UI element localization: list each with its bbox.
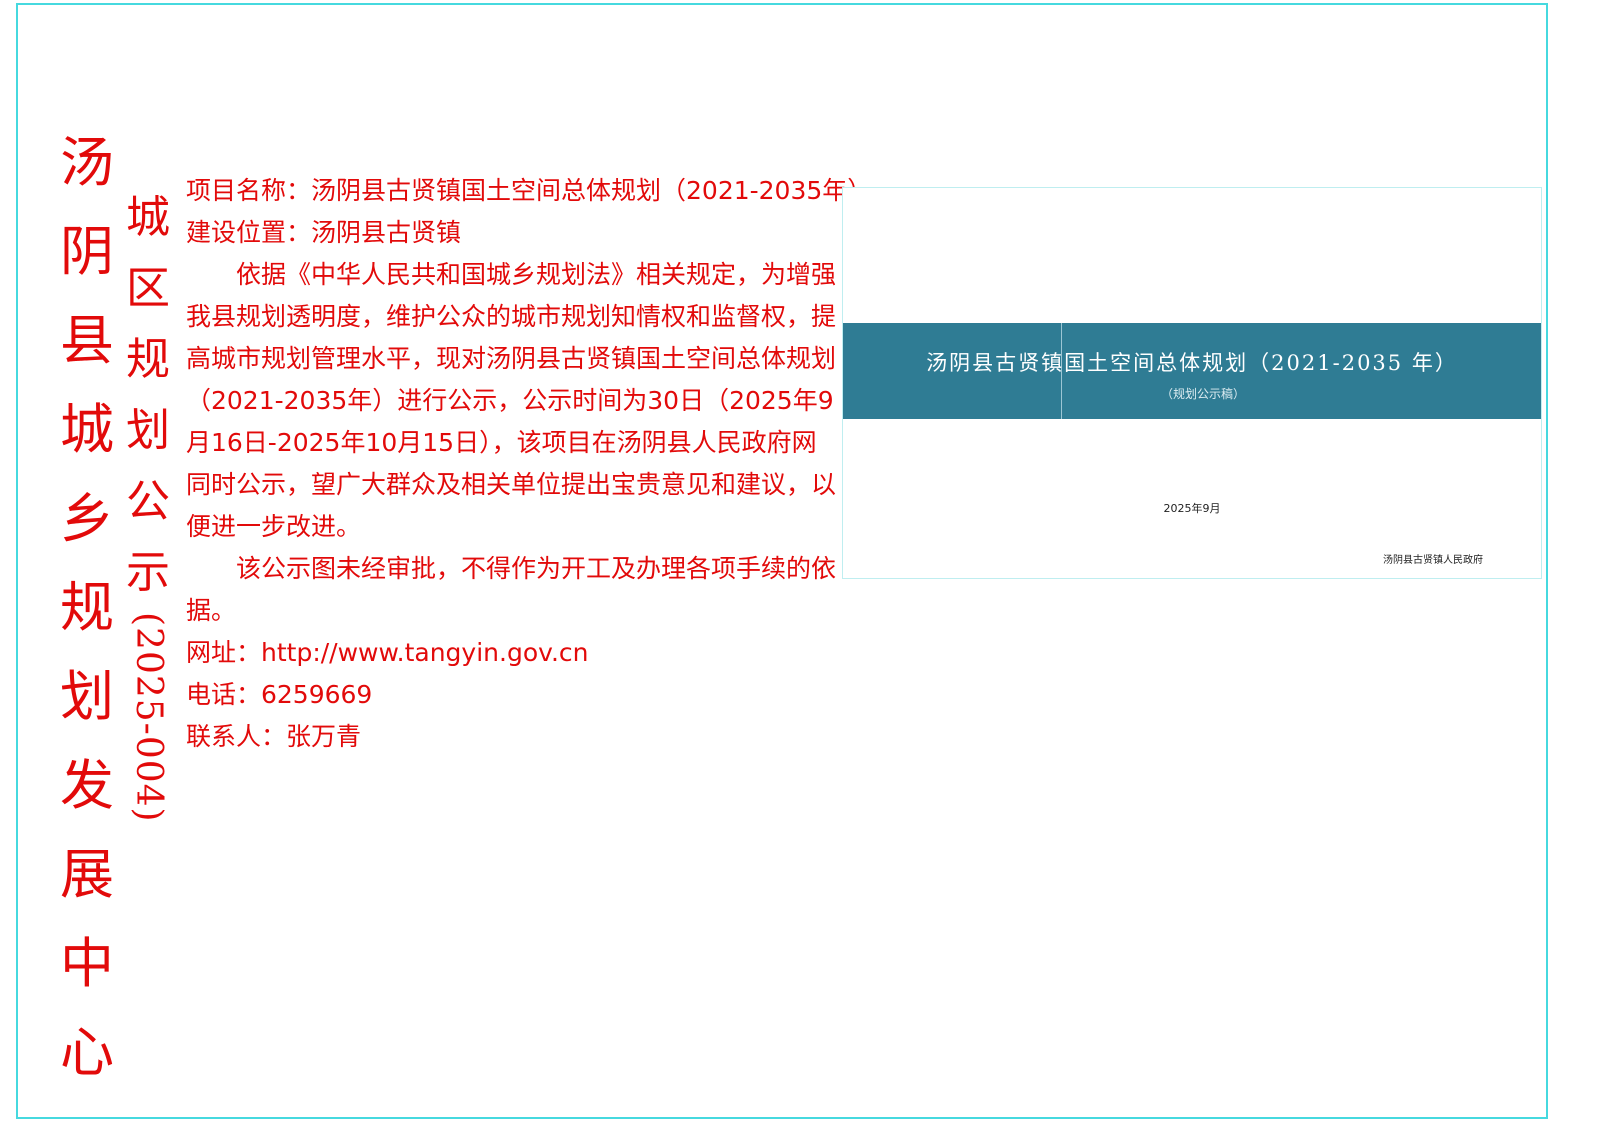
- organization-title-char: 中: [60, 932, 114, 995]
- website: 网址：http://www.tangyin.gov.cn: [186, 638, 589, 667]
- organization-title-char: 心: [60, 1021, 114, 1084]
- notice-title-char: 区: [126, 263, 170, 314]
- notice-paragraph-disclaimer: 该公示图未经审批，不得作为开工及办理各项手续的依据。: [186, 554, 837, 625]
- project-name: 项目名称：汤阴县古贤镇国土空间总体规划（2021-2035年）: [186, 176, 873, 205]
- contact-person: 联系人：张万青: [186, 722, 362, 751]
- organization-title-char: 展: [60, 843, 114, 906]
- organization-title-vertical: 汤阴县城乡规划发展中心: [56, 118, 118, 1097]
- cover-subtitle: （规划公示稿）: [1160, 387, 1245, 401]
- cover-title: 汤阴县古贤镇国土空间总体规划（2021-2035 年）: [926, 351, 1458, 375]
- organization-title-char: 县: [60, 309, 114, 372]
- notice-title-char: 划: [126, 405, 170, 456]
- organization-title-char: 规: [60, 576, 114, 639]
- notice-title-char: 公: [126, 476, 170, 527]
- organization-title-char: 城: [60, 398, 114, 461]
- cover-title-band: 汤阴县古贤镇国土空间总体规划（2021-2035 年） （规划公示稿）: [843, 323, 1541, 419]
- notice-body: 项目名称：汤阴县古贤镇国土空间总体规划（2021-2035年） 建设位置：汤阴县…: [186, 170, 873, 758]
- notice-title-char: 城: [126, 192, 170, 243]
- organization-title-char: 阴: [60, 220, 114, 283]
- notice-title-char: 规: [126, 334, 170, 385]
- organization-title-char: 乡: [60, 487, 114, 550]
- notice-code: (2025-004): [128, 612, 169, 823]
- website-line: 网址：http://www.tangyin.gov.cn: [186, 632, 841, 674]
- organization-title-char: 汤: [60, 131, 114, 194]
- organization-title-char: 发: [60, 754, 114, 817]
- notice-paragraph-basis: 依据《中华人民共和国城乡规划法》相关规定，为增强我县规划透明度，维护公众的城市规…: [186, 260, 837, 541]
- phone: 电话：6259669: [186, 680, 373, 709]
- notice-title-char: 示: [126, 547, 170, 598]
- notice-title-vertical: 城区规划公示 (2025-004): [118, 182, 178, 823]
- organization-title-char: 划: [60, 665, 114, 728]
- cover-date: 2025年9月: [1163, 502, 1221, 515]
- project-location: 建设位置：汤阴县古贤镇: [186, 218, 462, 247]
- cover-issuer: 汤阴县古贤镇人民政府: [1383, 555, 1483, 566]
- plan-cover-preview: 汤阴县古贤镇国土空间总体规划（2021-2035 年） （规划公示稿） 2025…: [842, 187, 1542, 579]
